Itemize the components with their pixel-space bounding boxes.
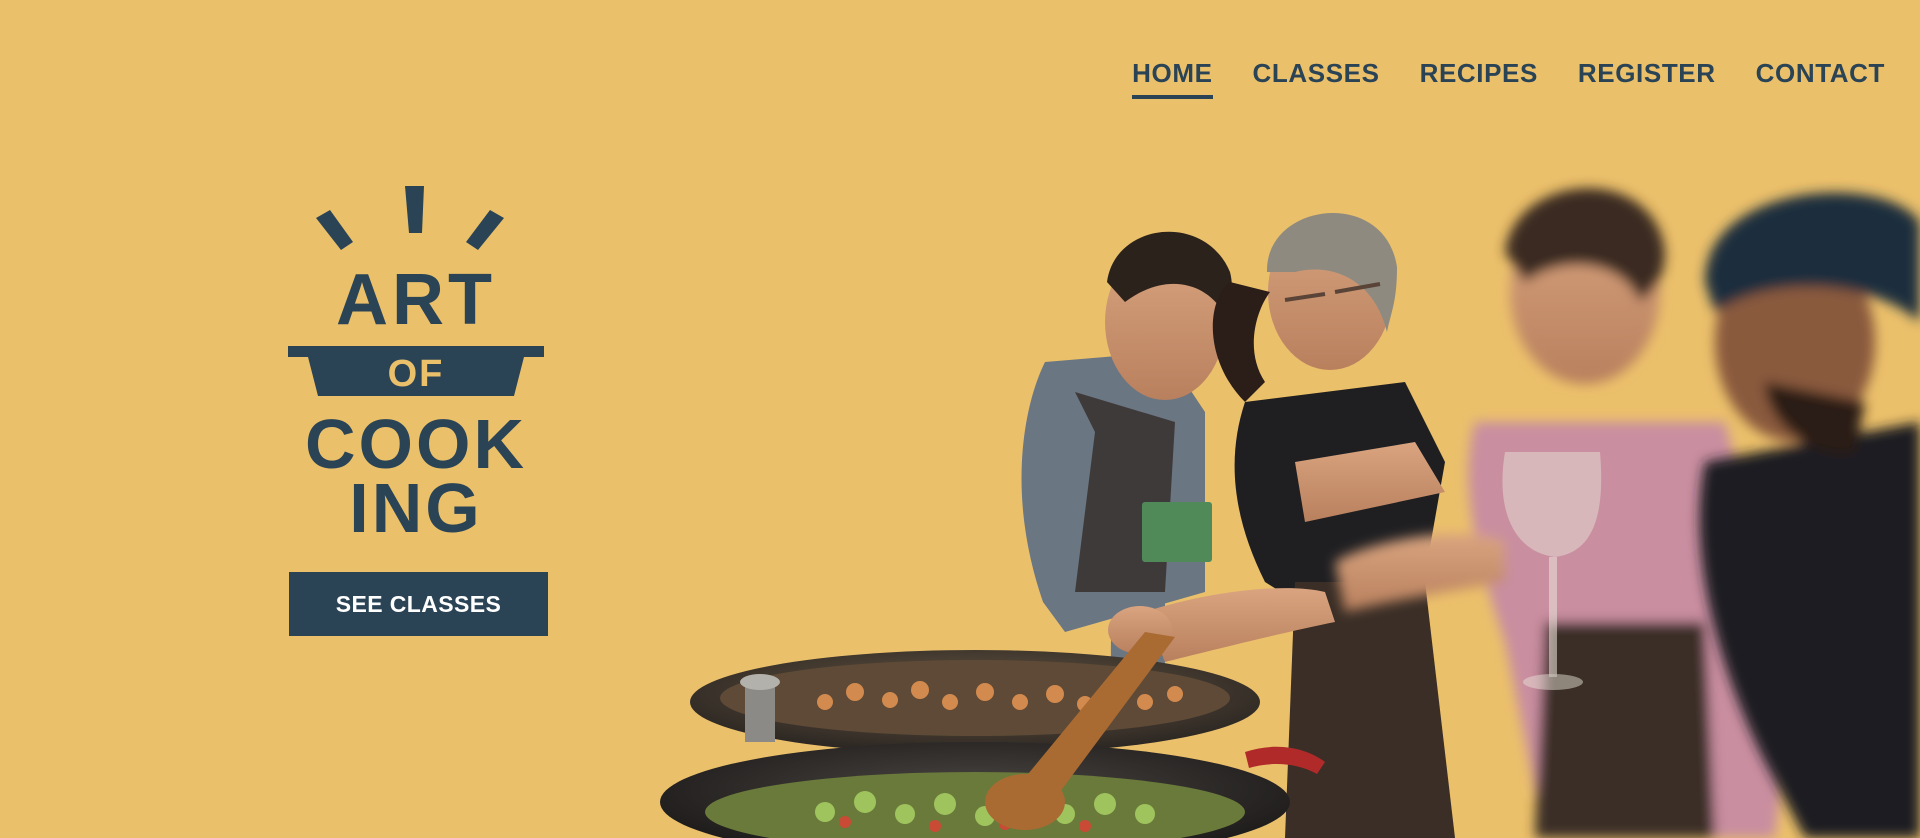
nav-item-contact[interactable]: CONTACT xyxy=(1756,58,1885,99)
person-2 xyxy=(1212,213,1455,838)
see-classes-button[interactable]: SEE CLASSES xyxy=(289,572,548,636)
nav-item-recipes[interactable]: RECIPES xyxy=(1420,58,1538,99)
nav-item-home[interactable]: HOME xyxy=(1132,58,1213,99)
paella-pan-1 xyxy=(690,650,1260,754)
steam-rays-icon xyxy=(316,186,504,250)
logo-text-of: OF xyxy=(388,353,445,395)
cooking-class-photo xyxy=(645,162,1920,838)
nav-item-register[interactable]: REGISTER xyxy=(1578,58,1716,99)
logo-text-art: ART xyxy=(336,260,496,340)
main-nav: HOME CLASSES RECIPES REGISTER CONTACT xyxy=(1132,58,1885,99)
art-of-cooking-logo: ART OF COOK ING xyxy=(288,184,544,538)
nav-item-classes[interactable]: CLASSES xyxy=(1253,58,1380,99)
logo-text-ing: ING xyxy=(349,469,482,538)
